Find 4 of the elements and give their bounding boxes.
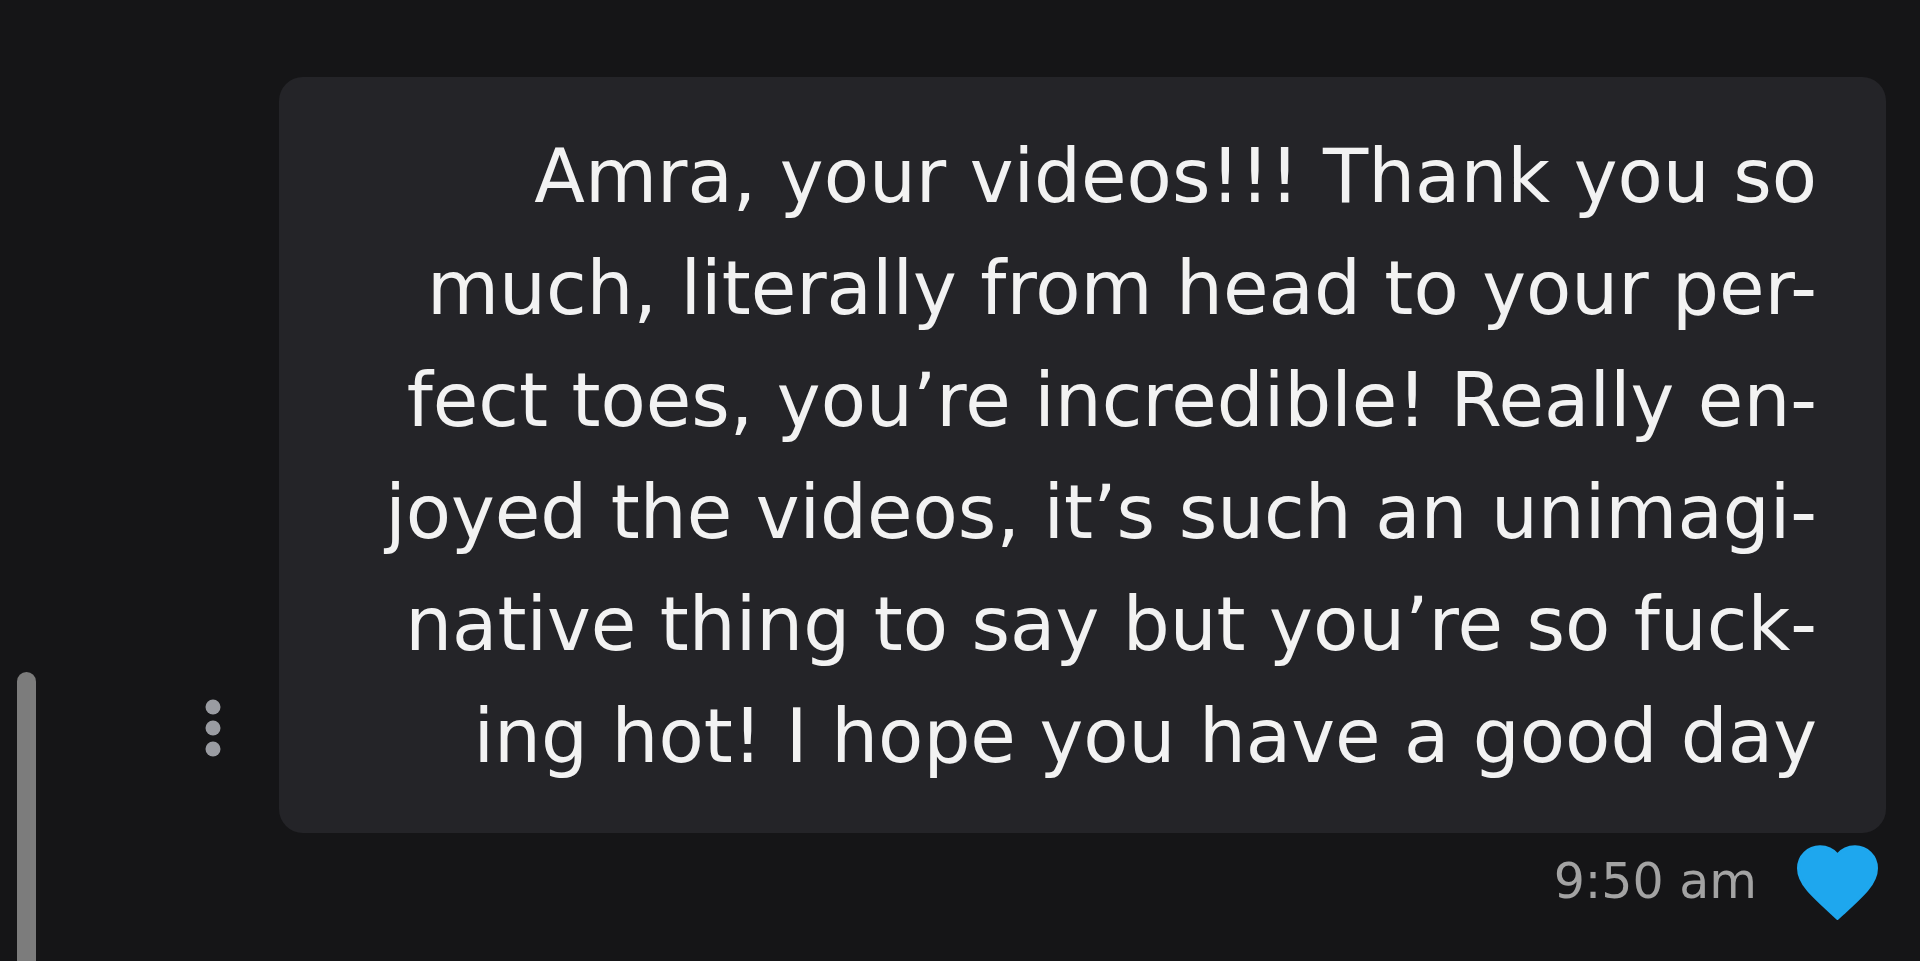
more-options-icon[interactable] bbox=[205, 699, 221, 757]
message-text: Amra, your videos!!! Thank you so much, literally from head to your per- fect toes, you’re incredible! Really en- joyed the videos, it’s such an unimagi- native thing to say but you’re so fuck- ing hot! I hope you have a good day bbox=[383, 132, 1817, 781]
scrollbar-thumb[interactable] bbox=[17, 672, 36, 961]
message-time: 9:50 am bbox=[1553, 853, 1757, 912]
